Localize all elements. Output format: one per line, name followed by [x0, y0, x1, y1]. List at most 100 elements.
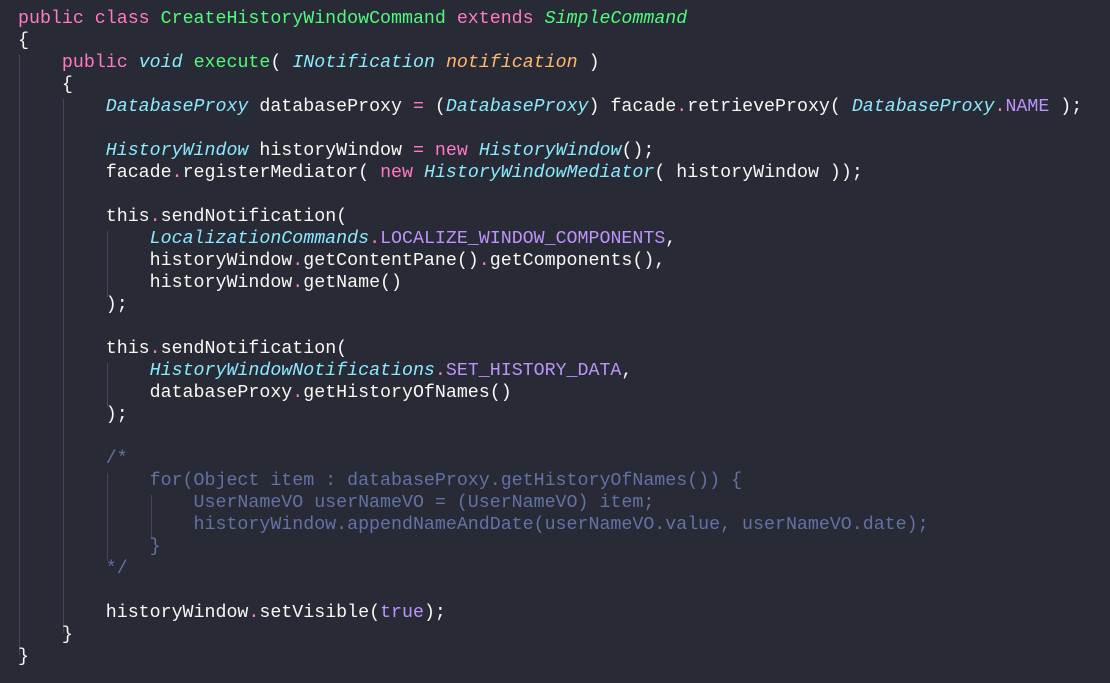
code-token: .	[292, 251, 304, 271]
code-token: new	[380, 163, 413, 183]
code-token: );	[1049, 97, 1083, 117]
code-line[interactable]: public class CreateHistoryWindowCommand …	[18, 8, 687, 30]
code-line[interactable]: this.sendNotification(	[18, 206, 347, 228]
code-token: }	[18, 647, 29, 667]
code-line[interactable]: this.sendNotification(	[18, 338, 347, 360]
code-token: SET_HISTORY_DATA	[445, 361, 622, 381]
code-editor[interactable]: public class CreateHistoryWindowCommand …	[0, 0, 1110, 683]
code-token: INotification	[292, 53, 435, 73]
code-token: SimpleCommand	[544, 9, 688, 29]
code-line[interactable]: }	[18, 536, 161, 558]
code-line[interactable]: }	[18, 624, 73, 646]
code-token: */	[18, 559, 128, 579]
code-token: getName()	[303, 273, 402, 293]
code-token: {	[18, 31, 29, 51]
code-token: for(Object item : databaseProxy.getHisto…	[18, 471, 743, 491]
code-token: this	[18, 339, 150, 359]
code-token: /*	[18, 449, 128, 469]
code-line[interactable]: {	[18, 74, 73, 96]
code-token: databaseProxy	[248, 97, 413, 117]
code-token: facade	[18, 163, 172, 183]
code-token: public class	[18, 9, 161, 29]
code-line[interactable]: public void execute( INotification notif…	[18, 52, 600, 74]
code-line[interactable]: DatabaseProxy databaseProxy = (DatabaseP…	[18, 96, 1082, 118]
code-token: historyWindow	[248, 141, 413, 161]
code-token: .	[149, 207, 161, 227]
code-token: );	[423, 603, 446, 623]
code-token: public	[61, 53, 128, 73]
code-line[interactable]: historyWindow.getContentPane().getCompon…	[18, 250, 666, 272]
code-token: DatabaseProxy	[851, 97, 995, 117]
code-token: HistoryWindowMediator	[423, 163, 655, 183]
code-token: LOCALIZE_WINDOW_COMPONENTS	[380, 229, 666, 249]
code-token: CreateHistoryWindowCommand	[160, 9, 446, 29]
code-line[interactable]: historyWindow.setVisible(true);	[18, 602, 446, 624]
code-line[interactable]: facade.registerMediator( new HistoryWind…	[18, 162, 863, 184]
code-line[interactable]: }	[18, 646, 29, 668]
code-token: new	[434, 141, 468, 161]
code-line[interactable]: );	[18, 294, 128, 316]
code-token: historyWindow	[18, 273, 293, 293]
code-token: HistoryWindowNotifications	[149, 361, 435, 381]
code-token: .	[369, 229, 381, 249]
code-token: .	[292, 383, 304, 403]
code-token: ,	[621, 361, 633, 381]
code-line[interactable]: */	[18, 558, 128, 580]
code-token: DatabaseProxy	[445, 97, 589, 117]
code-line[interactable]: HistoryWindow historyWindow = new Histor…	[18, 140, 655, 162]
code-token: );	[18, 405, 128, 425]
code-token: ) facade	[588, 97, 677, 117]
code-token: NAME	[1005, 97, 1050, 117]
code-token: HistoryWindow	[478, 141, 622, 161]
code-token: true	[380, 603, 424, 623]
code-line[interactable]: );	[18, 404, 128, 426]
code-token: HistoryWindow	[105, 141, 249, 161]
code-line[interactable]: historyWindow.appendNameAndDate(userName…	[18, 514, 929, 536]
code-line[interactable]: databaseProxy.getHistoryOfNames()	[18, 382, 512, 404]
code-token: extends	[445, 9, 545, 29]
code-token: .	[676, 97, 688, 117]
code-token: retrieveProxy(	[687, 97, 852, 117]
code-token: .	[434, 361, 446, 381]
code-token: (	[423, 97, 446, 117]
code-token: historyWindow.appendNameAndDate(userName…	[18, 515, 929, 535]
code-token: historyWindow	[18, 251, 293, 271]
code-token: this	[18, 207, 150, 227]
code-line[interactable]: LocalizationCommands.LOCALIZE_WINDOW_COM…	[18, 228, 677, 250]
code-token: ( historyWindow ));	[654, 163, 863, 183]
code-token: ();	[621, 141, 655, 161]
code-line[interactable]: /*	[18, 448, 128, 470]
code-token: historyWindow	[18, 603, 249, 623]
code-token: (	[270, 53, 293, 73]
code-token: DatabaseProxy	[105, 97, 249, 117]
code-token: void	[138, 53, 183, 73]
code-token: =	[412, 97, 424, 117]
code-token: getComponents(),	[489, 251, 666, 271]
code-token: getContentPane()	[303, 251, 479, 271]
code-line[interactable]: HistoryWindowNotifications.SET_HISTORY_D…	[18, 360, 633, 382]
code-line[interactable]: historyWindow.getName()	[18, 272, 402, 294]
code-line[interactable]: for(Object item : databaseProxy.getHisto…	[18, 470, 742, 492]
code-token: sendNotification(	[160, 339, 348, 359]
code-token: databaseProxy	[18, 383, 293, 403]
code-token: }	[18, 625, 73, 645]
code-token: .	[149, 339, 161, 359]
code-token: }	[18, 537, 161, 557]
code-token: sendNotification(	[160, 207, 348, 227]
code-token: notification	[445, 53, 578, 73]
code-token: =	[412, 141, 424, 161]
code-token: execute	[193, 53, 271, 73]
code-token: UserNameVO userNameVO = (UserNameVO) ite…	[18, 493, 655, 513]
code-line[interactable]: {	[18, 30, 29, 52]
code-line[interactable]: UserNameVO userNameVO = (UserNameVO) ite…	[18, 492, 655, 514]
code-token: registerMediator(	[182, 163, 381, 183]
code-token: ,	[665, 229, 677, 249]
